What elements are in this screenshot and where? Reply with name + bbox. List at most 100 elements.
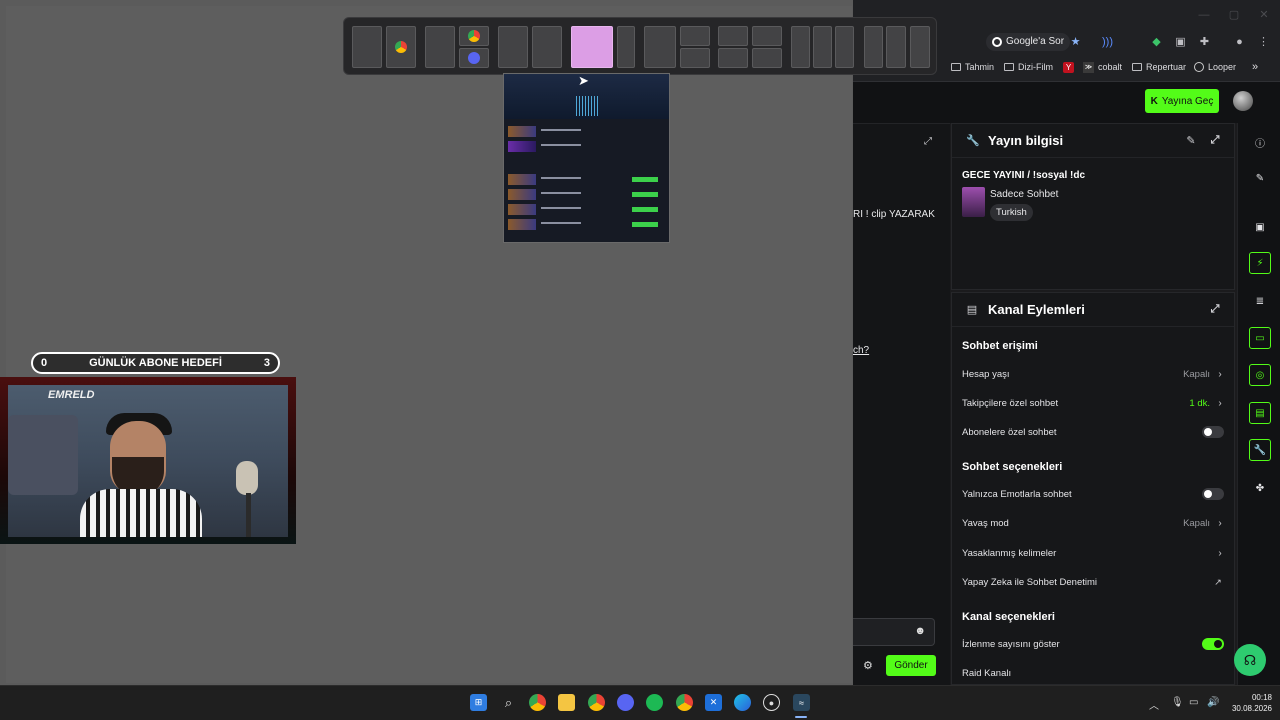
go-live-button[interactable]: K Yayına Geç	[1145, 89, 1219, 113]
maximize-icon[interactable]: ▢	[1227, 8, 1241, 22]
chat-message: RI ! clip YAZARAK	[853, 209, 935, 220]
chrome-taskbar-icon[interactable]	[529, 694, 546, 711]
headphones-bg	[8, 415, 78, 495]
discord-taskbar-icon[interactable]	[617, 694, 634, 711]
steam-icon[interactable]: ≈	[793, 694, 810, 711]
media-icon[interactable]: ▣	[1249, 216, 1271, 238]
bookmark-looper[interactable]: Looper	[1194, 60, 1236, 74]
snap-zone[interactable]	[386, 26, 416, 68]
snap-zone[interactable]	[718, 48, 748, 68]
extension-box-icon[interactable]: ▣	[1174, 36, 1187, 49]
search-icon[interactable]: ⌕	[500, 694, 517, 711]
snap-zone[interactable]	[352, 26, 382, 68]
chat-input[interactable]: ☻	[853, 618, 935, 646]
info-icon[interactable]: ⓘ	[1249, 131, 1271, 153]
emote-only-toggle[interactable]	[1202, 488, 1224, 500]
target-icon[interactable]: ◎	[1249, 364, 1271, 386]
subscriber-goal-bar: 0 GÜNLÜK ABONE HEDEFİ 3	[31, 352, 280, 374]
chat-rail-icon[interactable]: ▭	[1249, 327, 1271, 349]
folder-icon	[1004, 63, 1014, 71]
snap-zone[interactable]	[752, 48, 782, 68]
more-bookmarks-button[interactable]: »	[1252, 60, 1258, 74]
users-icon[interactable]: ✤	[1249, 477, 1271, 499]
snap-zone[interactable]	[644, 26, 676, 68]
close-icon[interactable]: ✕	[1257, 8, 1271, 22]
setting-ai-moderation[interactable]: Yapay Zeka ile Sohbet Denetimi ↗	[962, 573, 1224, 591]
google-ask-button[interactable]: Google'a Sor	[986, 33, 1071, 51]
snap-zone[interactable]	[680, 48, 710, 68]
send-button[interactable]: Gönder	[886, 655, 936, 676]
snap-zone-highlighted[interactable]	[571, 26, 613, 68]
thumb-chart	[576, 96, 600, 116]
tray-overflow-icon[interactable]: ︿	[1149, 697, 1159, 712]
snap-zone[interactable]	[864, 26, 883, 68]
chrome-alt-icon[interactable]	[676, 694, 693, 711]
chat-link[interactable]: ch?	[853, 345, 869, 356]
edit-rail-icon[interactable]: ✎	[1249, 167, 1271, 189]
bookmark-label: cobalt	[1098, 62, 1123, 72]
support-chat-icon[interactable]: ☊	[1234, 644, 1266, 676]
snap-zone[interactable]	[910, 26, 930, 68]
snap-zone[interactable]	[813, 26, 832, 68]
extension-shield-icon[interactable]: ◆	[1150, 36, 1163, 49]
window-preview-thumbnail[interactable]	[503, 73, 670, 243]
microphone-icon[interactable]: 🎙	[1171, 697, 1184, 708]
obs-icon[interactable]: ●	[763, 694, 780, 711]
extensions-puzzle-icon[interactable]: ✚	[1198, 36, 1211, 49]
snap-zone[interactable]	[886, 26, 906, 68]
minimize-icon[interactable]: —	[1197, 8, 1211, 22]
bookmark-label: Dizi-Film	[1018, 62, 1053, 72]
chrome-profile-icon[interactable]	[588, 694, 605, 711]
edit-icon[interactable]: ✎	[1182, 134, 1200, 147]
setting-slow-mode[interactable]: Yavaş mod Kapalı ›	[962, 514, 1224, 532]
bookmark-cobalt[interactable]: ≫ cobalt	[1083, 60, 1122, 74]
bookmark-label: Repertuar	[1146, 62, 1187, 72]
snap-zone[interactable]	[617, 26, 635, 68]
setting-account-age[interactable]: Hesap yaşı Kapalı ›	[962, 365, 1224, 383]
bookmark-repertuar[interactable]: Repertuar	[1132, 60, 1186, 74]
list-icon[interactable]: ≣	[1249, 290, 1271, 312]
bookmark-star-icon[interactable]: ★	[1069, 36, 1082, 49]
snap-zone[interactable]	[459, 48, 489, 68]
wrench-rail-icon[interactable]: 🔧	[1249, 439, 1271, 461]
browser-menu-icon[interactable]: ⋮	[1257, 36, 1270, 49]
quick-actions-icon[interactable]: ⚡	[1249, 252, 1271, 274]
volume-icon[interactable]: 🔊	[1207, 697, 1219, 708]
bookmark-tahmin[interactable]: Tahmin	[951, 60, 994, 74]
snap-zone[interactable]	[718, 26, 748, 46]
expand-chat-icon[interactable]: ⤢	[924, 136, 932, 147]
chat-settings-icon[interactable]: ⚙	[863, 659, 873, 672]
snap-zone[interactable]	[680, 26, 710, 46]
system-clock[interactable]: 00:18 30.08.2026	[1222, 692, 1272, 714]
show-viewcount-toggle[interactable]	[1202, 638, 1224, 650]
channel-actions-rail-icon[interactable]: ▤	[1249, 402, 1271, 424]
snap-zone[interactable]	[532, 26, 562, 68]
file-explorer-icon[interactable]	[558, 694, 575, 711]
profile-avatar-icon[interactable]: ●	[1233, 36, 1246, 49]
bookmark-dizi-film[interactable]: Dizi-Film	[1004, 60, 1053, 74]
snap-zone[interactable]	[835, 26, 854, 68]
snap-zone[interactable]	[498, 26, 528, 68]
snap-zone[interactable]	[459, 26, 489, 46]
app-icon[interactable]: ✕	[705, 694, 722, 711]
read-aloud-icon[interactable]: )))	[1101, 36, 1114, 49]
kick-logo-icon: K	[1150, 95, 1158, 107]
start-icon[interactable]: ⊞	[470, 694, 487, 711]
snap-zone[interactable]	[752, 26, 782, 46]
subscribers-only-toggle[interactable]	[1202, 426, 1224, 438]
setting-followers-only[interactable]: Takipçilere özel sohbet 1 dk. ›	[962, 394, 1224, 412]
spotify-icon[interactable]	[646, 694, 663, 711]
setting-banned-words[interactable]: Yasaklanmış kelimeler ›	[962, 544, 1224, 562]
language-tag: Turkish	[990, 204, 1033, 221]
edge-icon[interactable]	[734, 694, 751, 711]
user-avatar[interactable]	[1233, 91, 1253, 111]
network-icon[interactable]: ▭	[1189, 697, 1198, 708]
expand-icon[interactable]: ⤢	[1206, 303, 1224, 316]
clock-date: 30.08.2026	[1231, 704, 1272, 713]
snap-zone[interactable]	[425, 26, 455, 68]
snap-zone[interactable]	[791, 26, 810, 68]
expand-icon[interactable]: ⤢	[1206, 134, 1224, 147]
bookmark-yandex[interactable]: Y	[1063, 60, 1074, 74]
setting-raid-channel[interactable]: Raid Kanalı	[962, 664, 1224, 682]
emoji-icon[interactable]: ☻	[914, 625, 926, 637]
